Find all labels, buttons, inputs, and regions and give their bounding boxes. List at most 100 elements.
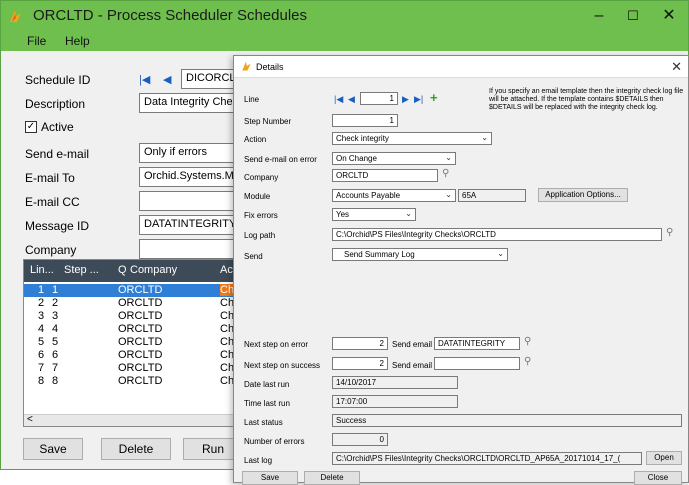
delete-button[interactable]: Delete xyxy=(101,438,171,460)
module-version-field: 65A xyxy=(458,189,526,202)
steps-grid[interactable]: Lin... Step ... Q Company Act 1 1 ORCLTD Ch… xyxy=(23,259,241,427)
chevron-down-icon: ⌄ xyxy=(497,249,504,258)
company-finder-icon[interactable]: ⚲ xyxy=(442,168,449,179)
message-id-field[interactable]: DATATINTEGRITY xyxy=(139,215,241,235)
cell-line: 4 xyxy=(38,323,45,335)
action-dropdown[interactable]: Check integrity ⌄ xyxy=(332,132,492,145)
number-errors-label: Number of errors xyxy=(244,437,305,446)
details-close-icon[interactable]: ✕ xyxy=(671,59,682,75)
line-field[interactable]: 1 xyxy=(360,92,398,105)
email-cc-field[interactable] xyxy=(139,191,241,211)
cell-company: ORCLTD xyxy=(118,297,163,309)
col-company-header[interactable]: Company xyxy=(130,264,177,276)
module-dropdown[interactable]: Accounts Payable ⌄ xyxy=(332,189,456,202)
schedule-id-field[interactable]: DICORCLT xyxy=(181,69,241,89)
cell-step: 8 xyxy=(52,375,59,387)
active-checkbox[interactable]: ✓ xyxy=(25,121,37,133)
chevron-down-icon: ⌄ xyxy=(445,153,452,162)
cell-step: 6 xyxy=(52,349,59,361)
send-label: Send xyxy=(244,252,263,261)
email-to-label: E-mail To xyxy=(25,171,75,185)
col-step-header[interactable]: Step ... xyxy=(64,264,99,276)
details-company-label: Company xyxy=(244,173,279,182)
fix-errors-dropdown[interactable]: Yes ⌄ xyxy=(332,208,416,221)
date-last-run-field: 14/10/2017 xyxy=(332,376,458,389)
cell-line: 7 xyxy=(38,362,45,374)
details-title: Details xyxy=(256,62,284,72)
table-row[interactable]: 1 1 ORCLTD Che xyxy=(24,284,240,297)
date-last-run-label: Date last run xyxy=(244,380,290,389)
first-record-icon[interactable]: |◀ xyxy=(139,73,150,86)
cell-company: ORCLTD xyxy=(118,310,163,322)
cell-company: ORCLTD xyxy=(118,349,163,361)
application-options-button[interactable]: Application Options... xyxy=(538,188,628,202)
log-path-field[interactable]: C:\Orchid\PS Files\Integrity Checks\ORCL… xyxy=(332,228,662,241)
cell-company: ORCLTD xyxy=(118,375,163,387)
details-dialog: Details ✕ If you specify an email templa… xyxy=(233,55,689,485)
next-on-success-field[interactable]: 2 xyxy=(332,357,388,370)
active-label: Active xyxy=(41,120,74,134)
cell-company: ORCLTD xyxy=(118,323,163,335)
log-path-finder-icon[interactable]: ⚲ xyxy=(666,227,673,238)
schedule-id-label: Schedule ID xyxy=(25,73,91,87)
save-button[interactable]: Save xyxy=(23,438,83,460)
next-on-error-label: Next step on error xyxy=(244,340,309,349)
last-status-label: Last status xyxy=(244,418,283,427)
table-row[interactable]: 8 8 ORCLTD Che xyxy=(24,375,240,388)
next-line-icon[interactable]: ▶ xyxy=(402,94,409,105)
step-number-field[interactable]: 1 xyxy=(332,114,398,127)
send-on-error-dropdown[interactable]: On Change ⌄ xyxy=(332,152,456,165)
table-row[interactable]: 5 5 ORCLTD Che xyxy=(24,336,240,349)
table-row[interactable]: 2 2 ORCLTD Che xyxy=(24,297,240,310)
send-dropdown[interactable]: Send Summary Log ⌄ xyxy=(332,248,508,261)
table-row[interactable]: 7 7 ORCLTD Che xyxy=(24,362,240,375)
table-row[interactable]: 4 4 ORCLTD Che xyxy=(24,323,240,336)
send-email-field-2[interactable] xyxy=(434,357,520,370)
grid-header: Lin... Step ... Q Company Act xyxy=(24,260,240,282)
menu-help[interactable]: Help xyxy=(65,34,90,48)
module-value: Accounts Payable xyxy=(336,191,401,200)
send-email-dropdown[interactable]: Only if errors xyxy=(139,143,241,163)
grid-horizontal-scrollbar[interactable]: < xyxy=(24,414,240,426)
cell-line: 6 xyxy=(38,349,45,361)
send-email-field-1[interactable]: DATATINTEGRITY xyxy=(434,337,520,350)
previous-line-icon[interactable]: ◀ xyxy=(348,94,355,105)
scroll-left-icon[interactable]: < xyxy=(27,414,33,425)
company-field[interactable] xyxy=(139,239,241,259)
fix-errors-label: Fix errors xyxy=(244,211,278,220)
send-email-finder-icon[interactable]: ⚲ xyxy=(524,336,531,347)
number-errors-field: 0 xyxy=(332,433,388,446)
company-label: Company xyxy=(25,243,77,257)
table-row[interactable]: 3 3 ORCLTD Che xyxy=(24,310,240,323)
last-line-icon[interactable]: ▶| xyxy=(414,94,423,105)
next-on-success-label: Next step on success xyxy=(244,361,321,370)
close-button[interactable]: ✕ xyxy=(649,4,689,28)
title-bar: ORCLTD - Process Scheduler Schedules – ☐… xyxy=(1,1,688,31)
open-log-button[interactable]: Open xyxy=(646,451,682,465)
previous-record-icon[interactable]: ◀ xyxy=(163,73,171,86)
next-on-error-field[interactable]: 2 xyxy=(332,337,388,350)
maximize-button[interactable]: ☐ xyxy=(613,4,653,28)
table-row[interactable]: 6 6 ORCLTD Che xyxy=(24,349,240,362)
send-email-finder-icon[interactable]: ⚲ xyxy=(524,356,531,367)
window-title: ORCLTD - Process Scheduler Schedules xyxy=(33,7,307,24)
send-on-error-label: Send e-mail on error xyxy=(244,155,317,164)
search-icon[interactable]: Q xyxy=(118,264,127,276)
description-field[interactable]: Data Integrity Check xyxy=(139,93,241,113)
add-line-icon[interactable]: + xyxy=(430,90,438,105)
cell-step: 2 xyxy=(52,297,59,309)
send-email-label-2: Send email xyxy=(392,361,433,370)
module-label: Module xyxy=(244,192,271,201)
app-logo-icon xyxy=(10,10,21,22)
col-line-header[interactable]: Lin... xyxy=(30,264,54,276)
menu-file[interactable]: File xyxy=(27,34,46,48)
details-company-field[interactable]: ORCLTD xyxy=(332,169,438,182)
first-line-icon[interactable]: |◀ xyxy=(334,94,343,105)
step-number-label: Step Number xyxy=(244,117,292,126)
cell-step: 7 xyxy=(52,362,59,374)
cell-company: ORCLTD xyxy=(118,336,163,348)
email-to-field[interactable]: Orchid.Systems.Modu xyxy=(139,167,241,187)
cell-line: 2 xyxy=(38,297,45,309)
cell-company: ORCLTD xyxy=(118,362,163,374)
last-log-field: C:\Orchid\PS Files\Integrity Checks\ORCL… xyxy=(332,452,642,465)
